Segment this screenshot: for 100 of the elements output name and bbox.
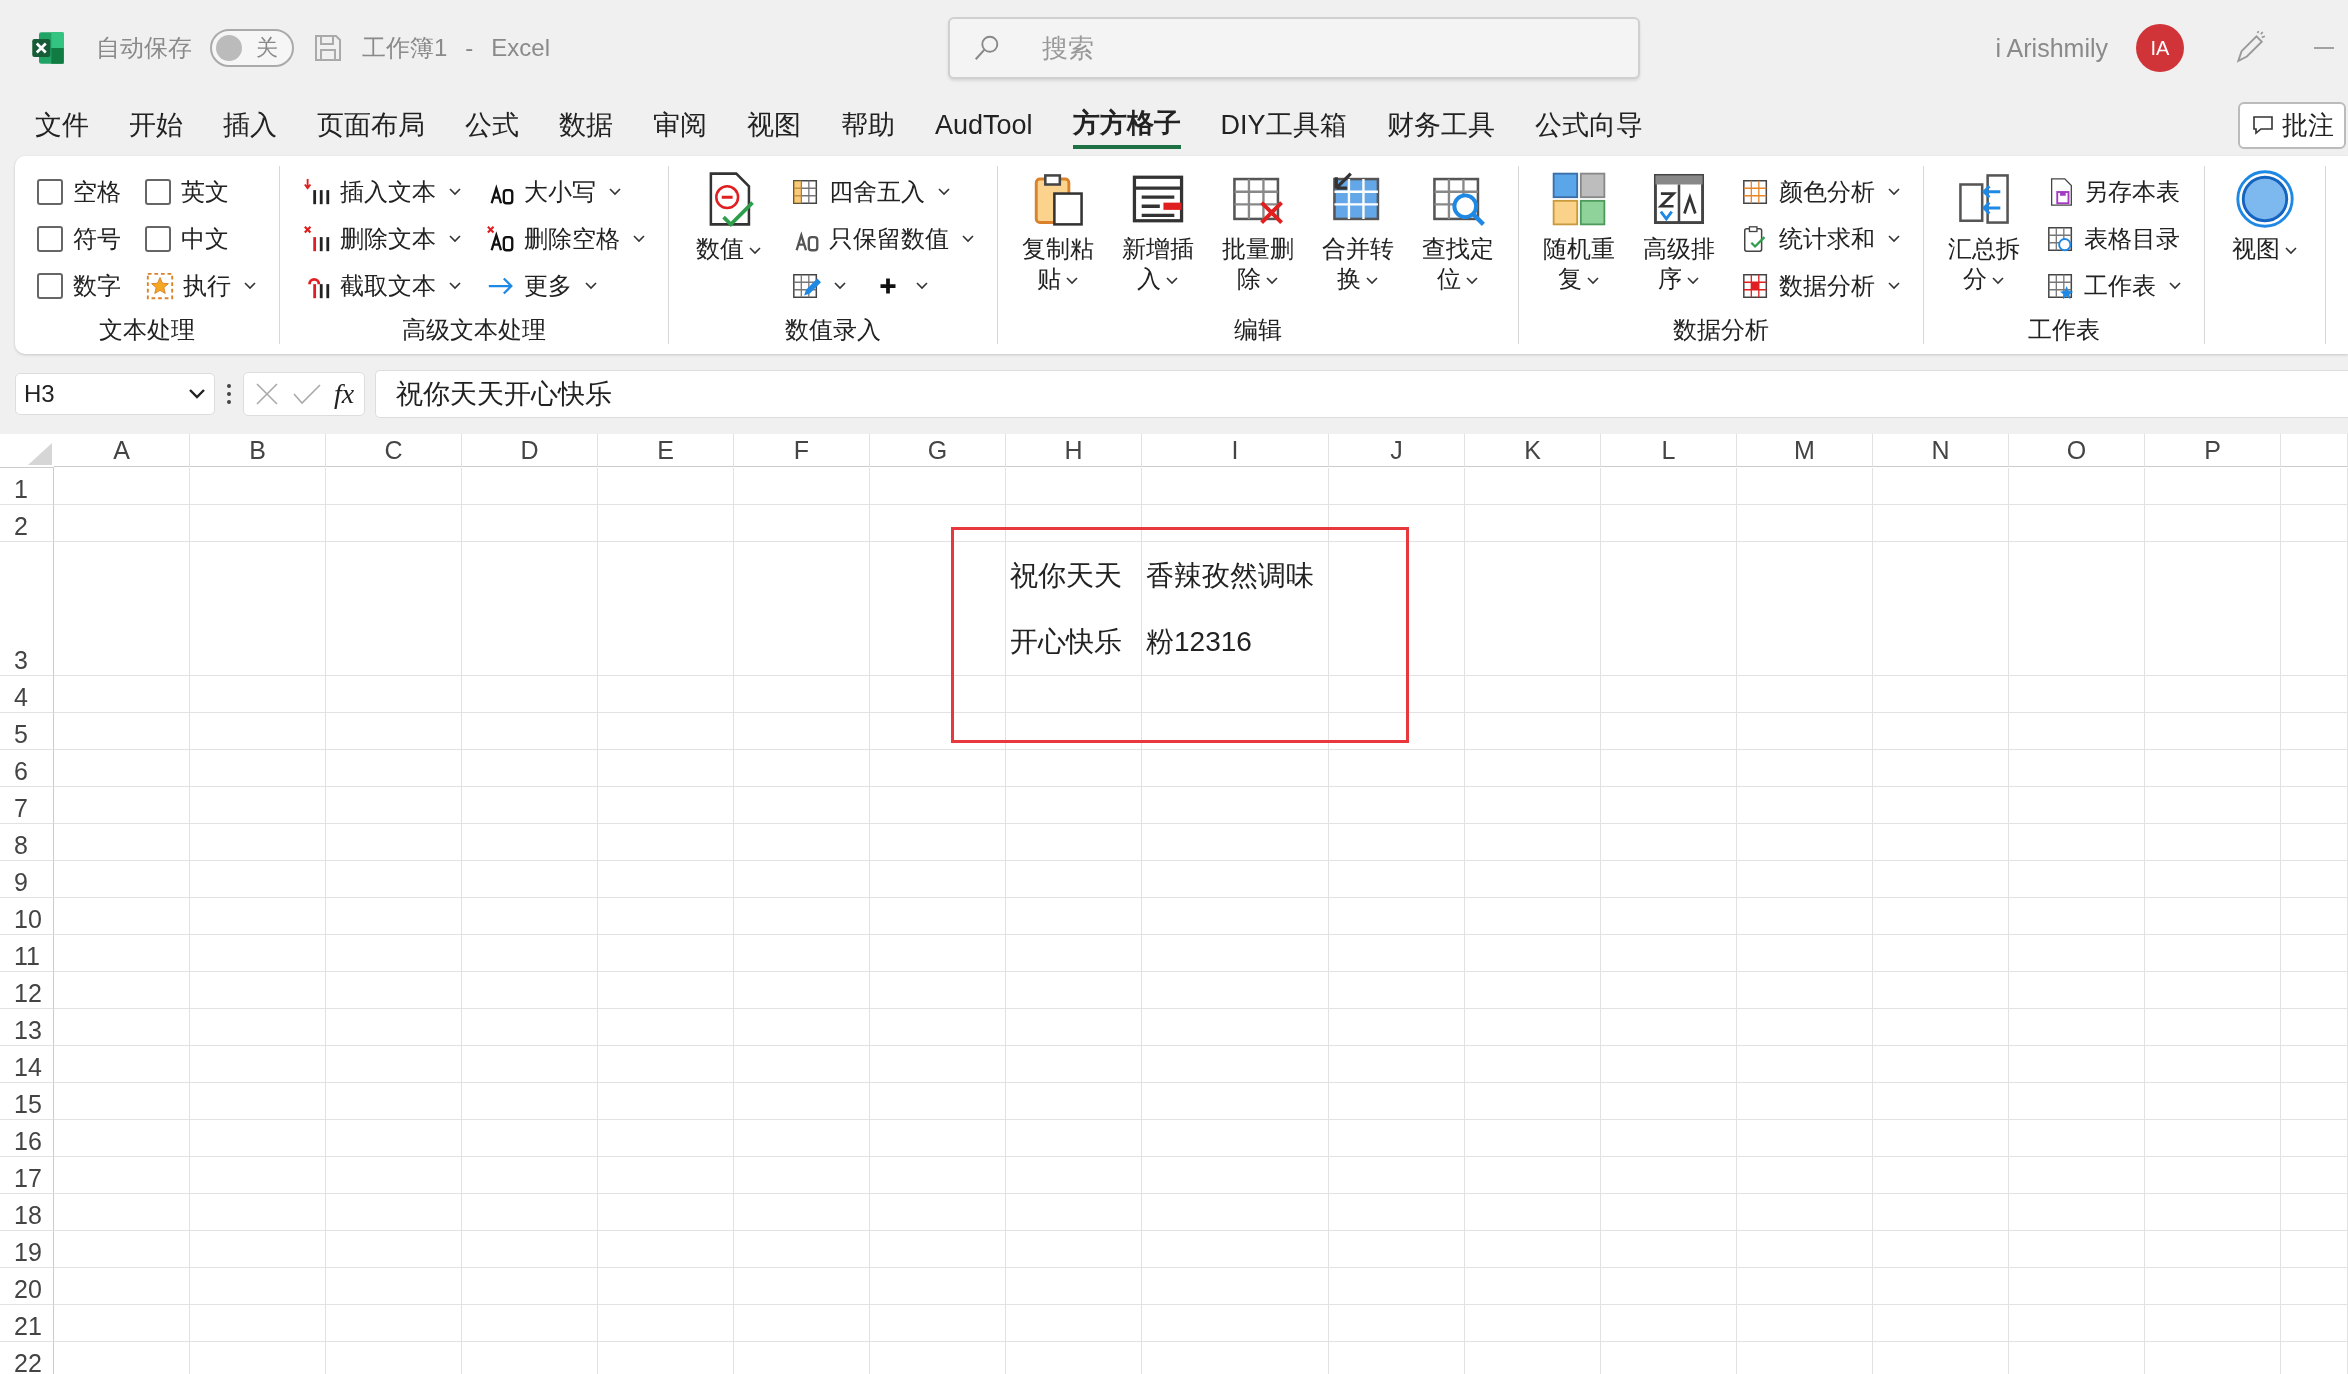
grid-cell[interactable] (1601, 787, 1737, 824)
grid-cell[interactable] (2009, 824, 2145, 861)
grid-cell[interactable] (598, 505, 734, 542)
column-header[interactable]: K (1465, 434, 1601, 467)
menu-tab[interactable]: 审阅 (653, 101, 707, 149)
grid-cell[interactable] (2009, 1268, 2145, 1305)
grid-cell[interactable] (2281, 1194, 2348, 1231)
grid-cell[interactable] (1873, 935, 2009, 972)
grid-cell[interactable] (2145, 1009, 2281, 1046)
grid-cell[interactable] (54, 787, 190, 824)
grid-cell[interactable] (2145, 1231, 2281, 1268)
grid-cell[interactable] (598, 1083, 734, 1120)
grid-cell[interactable] (2145, 676, 2281, 713)
grid-cell[interactable] (1737, 750, 1873, 787)
grid-cell[interactable] (870, 1194, 1006, 1231)
grid-cell[interactable] (2145, 972, 2281, 1009)
grid-cell[interactable] (54, 1009, 190, 1046)
grid-cell[interactable] (1465, 1194, 1601, 1231)
grid-cell[interactable] (2145, 1120, 2281, 1157)
menu-tab[interactable]: 开始 (129, 101, 183, 149)
grid-cell[interactable] (1006, 1046, 1142, 1083)
grid-cell[interactable] (2145, 542, 2281, 676)
grid-cell[interactable] (734, 1083, 870, 1120)
grid-cell[interactable] (462, 1046, 598, 1083)
grid-cell[interactable] (2009, 505, 2145, 542)
grid-cell[interactable] (1873, 861, 2009, 898)
grid-cell[interactable] (190, 468, 326, 505)
grid-cell[interactable] (1465, 1231, 1601, 1268)
grid-cell[interactable] (190, 505, 326, 542)
ribbon-button[interactable]: 复制粘贴 (1020, 166, 1096, 314)
grid-cell[interactable] (2009, 750, 2145, 787)
grid-cell[interactable] (2281, 1268, 2348, 1305)
grid-cell[interactable] (870, 824, 1006, 861)
grid-cell[interactable] (1329, 505, 1465, 542)
grid-cell[interactable] (598, 824, 734, 861)
grid-cell[interactable] (1006, 898, 1142, 935)
grid-cell[interactable] (1737, 1083, 1873, 1120)
row-header[interactable]: 3 (0, 542, 54, 676)
grid-cell[interactable] (1737, 1046, 1873, 1083)
grid-cell[interactable] (598, 1046, 734, 1083)
grid-cell[interactable] (2145, 1268, 2281, 1305)
grid-cell[interactable] (1601, 750, 1737, 787)
grid-cell[interactable] (734, 750, 870, 787)
grid-cell[interactable] (1329, 1157, 1465, 1194)
grid-cell[interactable] (2009, 1157, 2145, 1194)
grid-cell[interactable] (1465, 1046, 1601, 1083)
ribbon-button[interactable]: 另存本表 (2046, 176, 2180, 208)
grid-cell[interactable] (54, 1268, 190, 1305)
column-header[interactable]: L (1601, 434, 1737, 467)
formula-field[interactable]: 祝你天天开心快乐 (375, 370, 2348, 418)
grid-cell[interactable] (190, 824, 326, 861)
grid-cell[interactable] (734, 898, 870, 935)
grid-cell[interactable] (326, 824, 462, 861)
grid-cell[interactable] (2009, 713, 2145, 750)
grid-cell[interactable] (1142, 1231, 1329, 1268)
grid-cell[interactable] (1142, 861, 1329, 898)
column-header[interactable]: F (734, 434, 870, 467)
grid-cell[interactable] (734, 713, 870, 750)
grid-cell[interactable] (2145, 787, 2281, 824)
checkbox-option[interactable]: 符号 (37, 223, 121, 255)
comments-button[interactable]: 批注 (2238, 101, 2346, 149)
grid-cell[interactable] (1142, 1046, 1329, 1083)
grid-cell[interactable] (2009, 1305, 2145, 1342)
grid-cell[interactable] (462, 1083, 598, 1120)
checkbox[interactable] (145, 179, 171, 205)
grid-cell[interactable] (2145, 1083, 2281, 1120)
grid-cell[interactable] (326, 468, 462, 505)
row-header[interactable]: 22 (0, 1342, 54, 1374)
grid-cell[interactable] (2145, 898, 2281, 935)
grid-cell[interactable] (1329, 787, 1465, 824)
grid-cell[interactable] (2009, 468, 2145, 505)
grid-cell[interactable] (598, 676, 734, 713)
row-header[interactable]: 15 (0, 1083, 54, 1120)
grid-cell[interactable] (190, 1083, 326, 1120)
grid-cell[interactable] (462, 898, 598, 935)
grid-cell[interactable] (190, 1194, 326, 1231)
ribbon-button[interactable]: 新增插入 (1120, 166, 1196, 314)
grid-cell[interactable] (1142, 1194, 1329, 1231)
grid-cell[interactable] (1329, 1194, 1465, 1231)
grid-cell[interactable] (462, 1157, 598, 1194)
grid-cell[interactable] (1737, 505, 1873, 542)
grid-cell[interactable] (1873, 1231, 2009, 1268)
row-header[interactable]: 6 (0, 750, 54, 787)
grid-cell[interactable] (1329, 861, 1465, 898)
menu-tab[interactable]: 公式 (465, 101, 519, 149)
column-header[interactable]: G (870, 434, 1006, 467)
grid-cell[interactable] (1465, 787, 1601, 824)
grid-cell[interactable] (190, 676, 326, 713)
grid-cell[interactable] (1873, 1009, 2009, 1046)
checkbox[interactable] (145, 226, 171, 252)
grid-cell[interactable] (2009, 1231, 2145, 1268)
grid-cell[interactable] (870, 1120, 1006, 1157)
grid-cell[interactable] (1737, 972, 1873, 1009)
grid-cell[interactable] (190, 713, 326, 750)
grid-cell[interactable] (326, 861, 462, 898)
menu-tab[interactable]: 财务工具 (1386, 101, 1495, 149)
column-header[interactable]: O (2009, 434, 2145, 467)
grid-cell[interactable] (1142, 935, 1329, 972)
grid-cell[interactable] (1142, 1305, 1329, 1342)
grid-cell[interactable] (1329, 750, 1465, 787)
